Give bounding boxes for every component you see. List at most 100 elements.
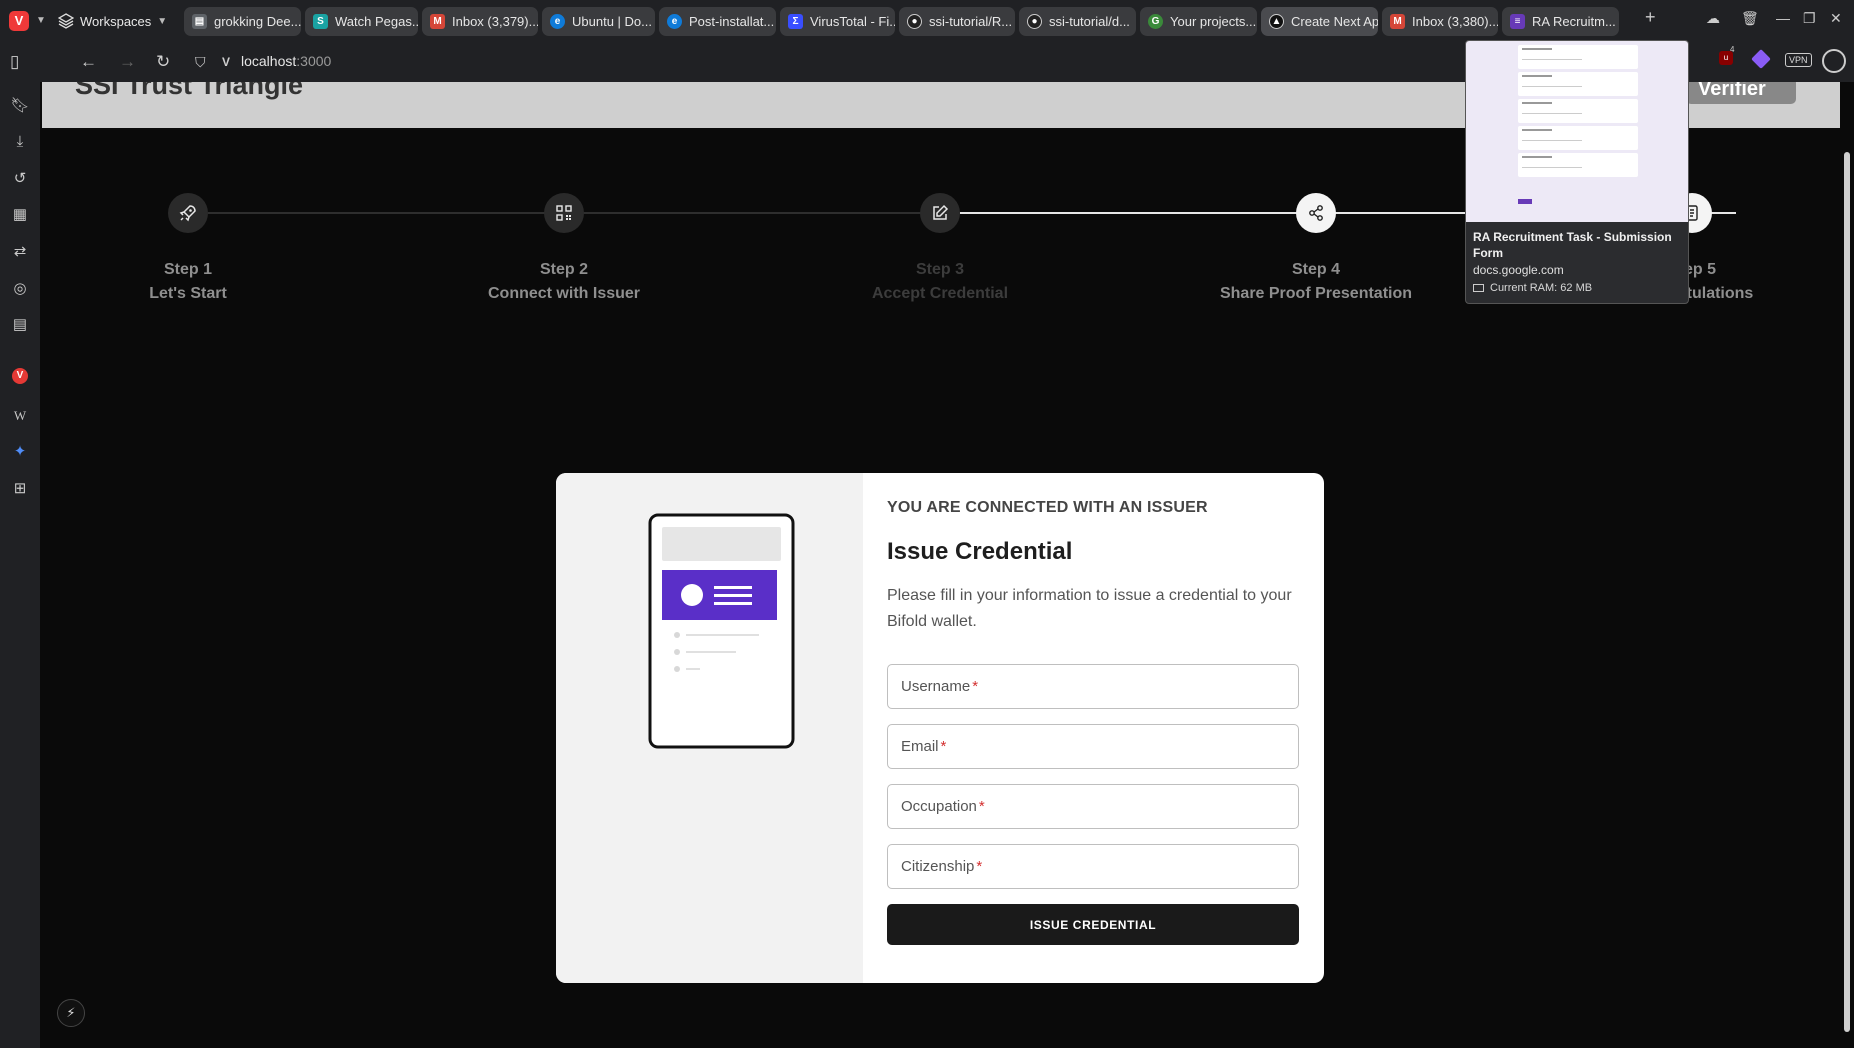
tab-title: RA Recruitm... [1532,14,1616,29]
url-field[interactable]: localhost:3000 [241,53,331,69]
step-4-label: Step 4 Share Proof Presentation [1206,258,1426,306]
step-number: Step 4 [1291,261,1340,278]
tab-4[interactable]: e Post-installat... [659,7,776,36]
virustotal-icon: Σ [788,14,803,29]
panel-toggle-icon[interactable]: ▯ [10,52,19,72]
tab-2[interactable]: M Inbox (3,379)... [422,7,538,36]
issue-credential-button[interactable]: ISSUE CREDENTIAL [887,904,1299,945]
step-3-circle[interactable] [920,193,960,233]
card-title: Issue Credential [887,538,1073,565]
preview-submit [1518,199,1532,204]
step-2-label: Step 2 Connect with Issuer [454,258,674,306]
tab-title: VirusTotal - Fi... [810,14,895,29]
field-label: Email [901,738,939,755]
field-label: Username [901,678,971,695]
tab-3[interactable]: e Ubuntu | Do... [542,7,655,36]
url-port: :3000 [296,53,332,69]
scrollbar[interactable] [1840,82,1854,1048]
tab-5[interactable]: Σ VirusTotal - Fi... [780,7,895,36]
forward-icon[interactable]: → [119,52,136,72]
step-2-circle[interactable] [544,193,584,233]
shield-icon[interactable]: ⛉ [195,54,206,71]
share-icon [1309,205,1323,221]
forms-icon: ≡ [1510,14,1525,29]
chevron-down-icon[interactable]: ▼ [36,15,46,26]
tab-8[interactable]: G Your projects... [1140,7,1257,36]
bookmark-icon[interactable]: 🔖︎ [9,95,31,117]
tab-1[interactable]: S Watch Pegas... [305,7,418,36]
tab-11[interactable]: ≡ RA Recruitm... [1502,7,1619,36]
step-1-circle[interactable] [168,193,208,233]
username-field[interactable]: Username * [887,664,1299,709]
download-icon[interactable]: ⤓ [9,131,31,153]
scroll-thumb[interactable] [1844,152,1850,1032]
preview-url: docs.google.com [1473,263,1564,277]
required-marker: * [972,678,979,695]
ai-sparkle-icon[interactable]: ✦ [9,441,31,463]
tab-title: Inbox (3,380)... [1412,14,1498,29]
tab-bar: V ▼ Workspaces ▼ ▤ grokking Dee... S Watch… [0,0,1854,42]
wikipedia-icon[interactable]: W [9,405,31,427]
history-icon[interactable]: ↺ [9,168,31,190]
issue-credential-card: YOU ARE CONNECTED WITH AN ISSUER Issue C… [556,473,1324,983]
tab-10[interactable]: M Inbox (3,380)... [1382,7,1498,36]
project-icon: G [1148,14,1163,29]
preview-ram: Current RAM: 62 MB [1473,282,1592,294]
vivaldi-menu-icon[interactable]: V [9,11,29,31]
tab-7[interactable]: ● ssi-tutorial/d... [1019,7,1136,36]
tab-6[interactable]: ● ssi-tutorial/R... [899,7,1015,36]
step-name: Share Proof Presentation [1219,285,1413,302]
preview-form-field [1518,72,1638,96]
workspaces-button[interactable]: Workspaces ▼ [58,8,167,34]
profile-avatar[interactable] [1822,49,1846,73]
phone-illustration [648,513,795,749]
tab-preview-popup: RA Recruitment Task - Submission Form do… [1465,40,1689,304]
step-number: Step 3 [915,261,964,278]
reading-list-icon[interactable]: ◎ [9,278,31,300]
minimize-icon[interactable]: — [1776,10,1790,26]
field-label: Occupation [901,798,977,815]
gmail-icon: M [430,14,445,29]
site-info-icon[interactable]: V [222,55,230,69]
citizenship-field[interactable]: Citizenship * [887,844,1299,889]
preview-title: RA Recruitment Task - Submission Form [1473,230,1672,260]
trash-icon[interactable]: 🗑 [1741,10,1759,27]
github-icon: ● [1027,14,1042,29]
occupation-field[interactable]: Occupation * [887,784,1299,829]
s-icon: S [313,14,328,29]
layers-icon [58,13,74,29]
close-icon[interactable]: ✕ [1830,10,1842,27]
chevron-down-icon: ▼ [157,15,168,27]
tab-0[interactable]: ▤ grokking Dee... [184,7,301,36]
tab-preview-thumbnail [1466,41,1688,222]
vpn-button[interactable]: VPN [1785,53,1812,67]
vivaldi-icon[interactable]: V [12,368,28,384]
tab-title: Create Next Ap [1291,14,1378,29]
memory-icon [1473,284,1484,292]
back-icon[interactable]: ← [80,52,97,72]
browser-window: V ▼ Workspaces ▼ ▤ grokking Dee... S Watch… [0,0,1854,1048]
preview-form-field [1518,45,1638,69]
tab-title: Post-installat... [689,14,775,29]
extension-icon[interactable] [1751,49,1771,69]
required-marker: * [978,798,985,815]
step-4-circle[interactable] [1296,193,1336,233]
translate-icon[interactable]: ⇄ [9,241,31,263]
reload-icon[interactable]: ↻ [156,52,170,72]
step-name: Connect with Issuer [487,285,641,302]
required-marker: * [976,858,983,875]
new-tab-icon[interactable]: + [1645,7,1656,28]
notes-icon[interactable]: ▤ [9,314,31,336]
add-panel-icon[interactable]: ⊞ [9,478,31,500]
calendar-icon[interactable]: ▦ [9,204,31,226]
lightning-icon[interactable]: ⚡︎ [57,999,85,1027]
tab-title: Ubuntu | Do... [572,14,652,29]
gmail-icon: M [1390,14,1405,29]
cloud-sync-icon[interactable]: ☁ [1706,10,1720,27]
restore-icon[interactable]: ❐ [1803,10,1816,27]
email-field[interactable]: Email * [887,724,1299,769]
workspaces-label: Workspaces [80,13,152,29]
illustration-panel [556,473,863,983]
card-description: Please fill in your information to issue… [887,587,1292,630]
tab-9[interactable]: ▲ Create Next Ap [1261,7,1378,36]
